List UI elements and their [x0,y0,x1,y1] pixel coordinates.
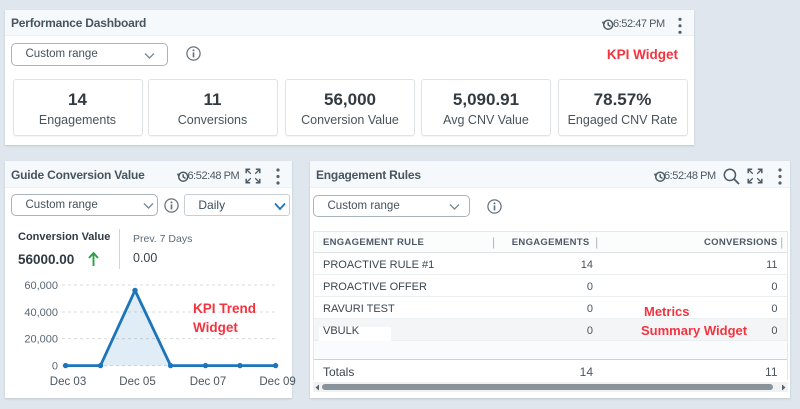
svg-text:0: 0 [52,361,58,373]
svg-text:Dec 09: Dec 09 [259,376,295,388]
svg-text:Dec 07: Dec 07 [190,376,226,388]
svg-text:40,000: 40,000 [24,307,58,319]
svg-text:Dec 03: Dec 03 [50,376,86,388]
svg-text:60,000: 60,000 [24,280,58,292]
svg-text:Dec 05: Dec 05 [119,376,155,388]
svg-text:20,000: 20,000 [24,334,58,346]
